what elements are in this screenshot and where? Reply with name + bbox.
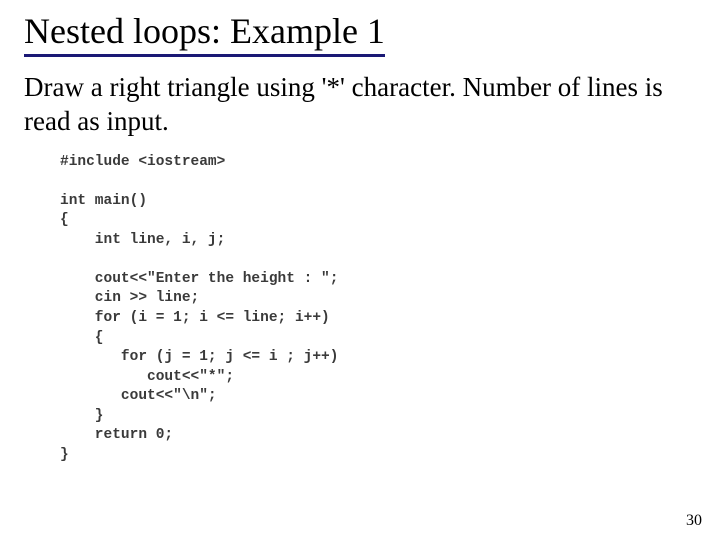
code-block: #include <iostream> int main() { int lin… xyxy=(60,153,696,466)
slide-title: Nested loops: Example 1 xyxy=(24,10,385,57)
page-number: 30 xyxy=(686,512,702,530)
slide-subtitle: Draw a right triangle using '*' characte… xyxy=(24,71,696,139)
slide: Nested loops: Example 1 Draw a right tri… xyxy=(0,0,720,540)
